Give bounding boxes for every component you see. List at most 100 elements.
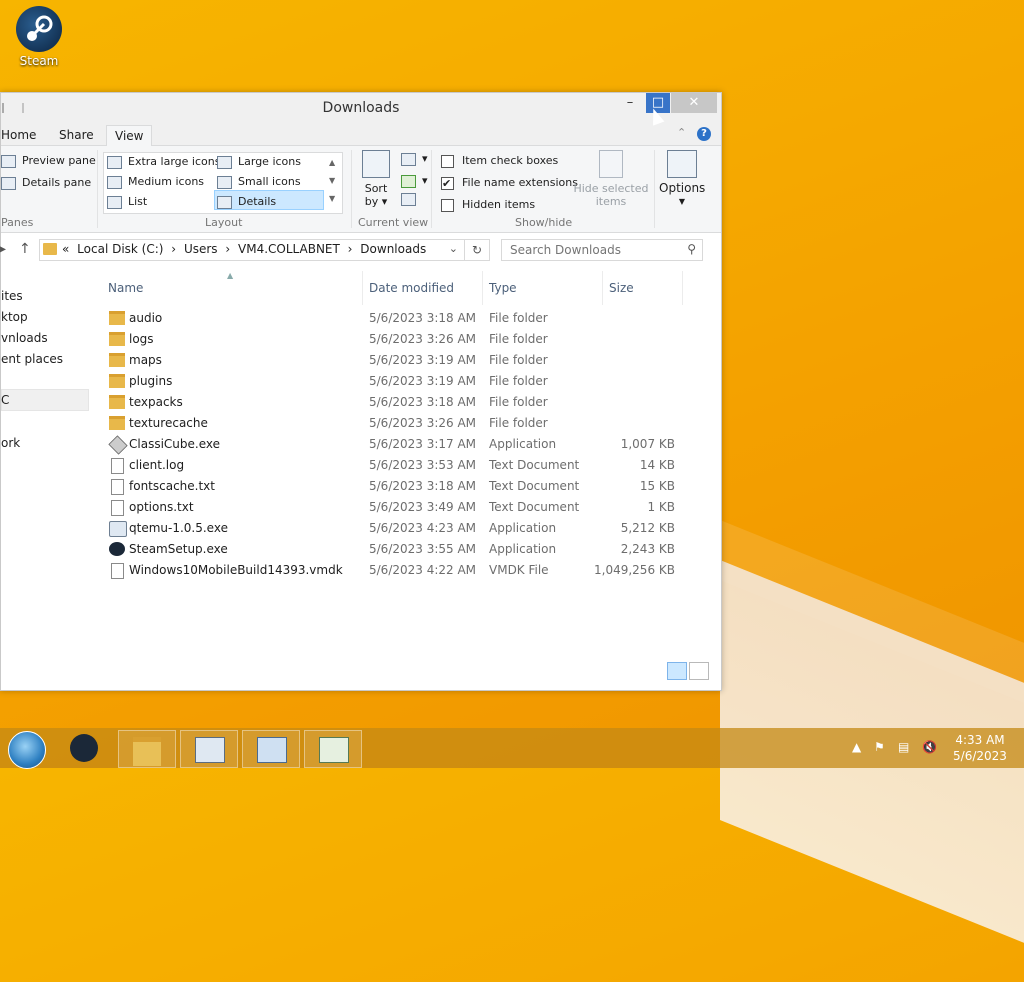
breadcrumb-overflow[interactable]: « [62,242,69,256]
table-row[interactable]: texpacks 5/6/2023 3:18 AM File folder [101,392,701,413]
layout-more-icon[interactable]: ▼ [329,190,335,208]
taskbar-keyboard-button[interactable] [180,730,238,768]
taskbar-control-panel-button[interactable] [304,730,362,768]
search-icon[interactable]: ⚲ [687,242,696,256]
hidden-items-checkbox[interactable] [441,198,454,212]
breadcrumb-local-disk[interactable]: Local Disk (C:) [77,242,163,256]
layout-small-icons[interactable]: Small icons [217,173,301,191]
nav-item-downloads[interactable]: vnloads [1,331,48,345]
breadcrumb-separator[interactable]: › [225,242,230,256]
network-icon[interactable]: ▤ [898,740,909,754]
hidden-items-toggle[interactable]: Hidden items [441,196,535,214]
clock-date: 5/6/2023 [953,749,1007,763]
preview-pane-label: Preview pane [22,154,96,167]
file-name-extensions-checkbox[interactable] [441,175,454,193]
column-header-type[interactable]: Type [489,281,517,295]
column-header-name[interactable]: Name [108,281,143,295]
minimize-button[interactable]: – [615,93,645,113]
column-header-size[interactable]: Size [609,281,634,295]
refresh-button[interactable]: ↻ [464,239,490,261]
explorer-window[interactable]: Downloads – □ ✕ Home Share View ⌃ ? Prev… [0,92,722,691]
close-button[interactable]: ✕ [671,93,717,113]
desktop-icon-steam[interactable]: Steam [10,6,68,68]
details-view-icon[interactable] [667,662,687,680]
breadcrumb-separator[interactable]: › [348,242,353,256]
item-check-boxes-checkbox[interactable] [441,154,454,168]
table-row[interactable]: qtemu-1.0.5.exe 5/6/2023 4:23 AM Applicati… [101,518,701,539]
hide-selected-items-button[interactable]: Hide selected items [573,150,649,208]
help-icon[interactable]: ? [697,127,711,141]
nav-item-recent-places[interactable]: ent places [1,352,63,366]
layout-scroll-up-icon[interactable]: ▲ [329,154,335,172]
breadcrumb-downloads[interactable]: Downloads [360,242,426,256]
preview-pane-button[interactable]: Preview pane [1,152,96,170]
table-row[interactable]: texturecache 5/6/2023 3:26 AM File folder [101,413,701,434]
table-row[interactable]: fontscache.txt 5/6/2023 3:18 AM Text Docum… [101,476,701,497]
column-separator[interactable] [682,271,683,305]
taskbar-computer-button[interactable] [242,730,300,768]
nav-item-network[interactable]: ork [1,436,20,450]
start-orb-icon[interactable] [8,731,46,769]
breadcrumb-users[interactable]: Users [184,242,218,256]
large-icons-view-icon[interactable] [689,662,709,680]
table-row[interactable]: plugins 5/6/2023 3:19 AM File folder [101,371,701,392]
layout-details[interactable]: Details [217,193,276,211]
layout-medium-icons[interactable]: Medium icons [107,173,204,191]
forward-arrow-icon[interactable]: ▸ [0,241,6,257]
tab-view[interactable]: View [106,125,153,147]
address-bar[interactable]: « Local Disk (C:) › Users › VM4.COLLABNE… [39,239,465,261]
add-columns-button[interactable]: ▾ [401,172,428,190]
steam-icon [109,542,125,556]
group-by-button[interactable]: ▾ [401,150,428,168]
column-separator[interactable] [482,271,483,305]
nav-item-favorites[interactable]: ites [1,289,23,303]
up-arrow-icon[interactable]: ↑ [19,241,31,257]
item-check-boxes-toggle[interactable]: Item check boxes [441,152,558,170]
address-dropdown-icon[interactable]: ⌄ [449,242,458,255]
details-pane-button[interactable]: Details pane [1,174,91,192]
table-row[interactable]: logs 5/6/2023 3:26 AM File folder [101,329,701,350]
nav-item-this-pc[interactable]: C [1,393,9,407]
layout-scroll-down-icon[interactable]: ▼ [329,172,335,190]
options-button[interactable]: Options ▼ [659,150,705,208]
collapse-ribbon-icon[interactable]: ⌃ [677,126,686,139]
ribbon-separator [351,150,352,228]
table-row[interactable]: audio 5/6/2023 3:18 AM File folder [101,308,701,329]
file-type: Application [489,542,557,556]
title-bar[interactable]: Downloads – □ ✕ [1,93,721,123]
action-center-flag-icon[interactable]: ⚑ [874,740,885,754]
column-separator[interactable] [362,271,363,305]
breadcrumb-user[interactable]: VM4.COLLABNET [238,242,340,256]
layout-list[interactable]: List [107,193,147,211]
column-separator[interactable] [602,271,603,305]
file-size: 5,212 KB [620,521,675,535]
sort-by-label-2: by [364,195,379,208]
table-row[interactable]: maps 5/6/2023 3:19 AM File folder [101,350,701,371]
volume-muted-icon[interactable]: 🔇 [922,740,937,754]
file-name-extensions-toggle[interactable]: File name extensions [441,174,578,193]
taskbar-steam-button[interactable] [58,730,114,766]
nav-item-desktop[interactable]: ktop [1,310,28,324]
file-type: File folder [489,353,548,367]
layout-item-label: Large icons [238,155,301,168]
layout-large-icons[interactable]: Large icons [217,153,301,171]
table-row[interactable]: options.txt 5/6/2023 3:49 AM Text Document… [101,497,701,518]
taskbar-file-explorer-button[interactable] [118,730,176,768]
tray-show-hidden-icon[interactable]: ▲ [852,740,861,754]
tab-share[interactable]: Share [51,125,102,145]
details-pane-icon [1,176,16,190]
taskbar-clock[interactable]: 4:33 AM 5/6/2023 [950,732,1010,764]
table-row[interactable]: client.log 5/6/2023 3:53 AM Text Document 1… [101,455,701,476]
sort-by-button[interactable]: Sort by ▾ [359,150,393,208]
layout-extra-large-icons[interactable]: Extra large icons [107,153,220,171]
search-box[interactable]: ⚲ [501,239,703,261]
tab-home[interactable]: Home [0,125,44,145]
breadcrumb-separator[interactable]: › [171,242,176,256]
item-check-boxes-label: Item check boxes [462,154,559,167]
table-row[interactable]: Windows10MobileBuild14393.vmdk 5/6/2023 4… [101,560,701,581]
size-columns-button[interactable] [401,190,422,208]
table-row[interactable]: SteamSetup.exe 5/6/2023 3:55 AM Applicatio… [101,539,701,560]
search-input[interactable] [502,240,682,260]
column-header-date[interactable]: Date modified [369,281,454,295]
table-row[interactable]: ClassiCube.exe 5/6/2023 3:17 AM Applicatio… [101,434,701,455]
